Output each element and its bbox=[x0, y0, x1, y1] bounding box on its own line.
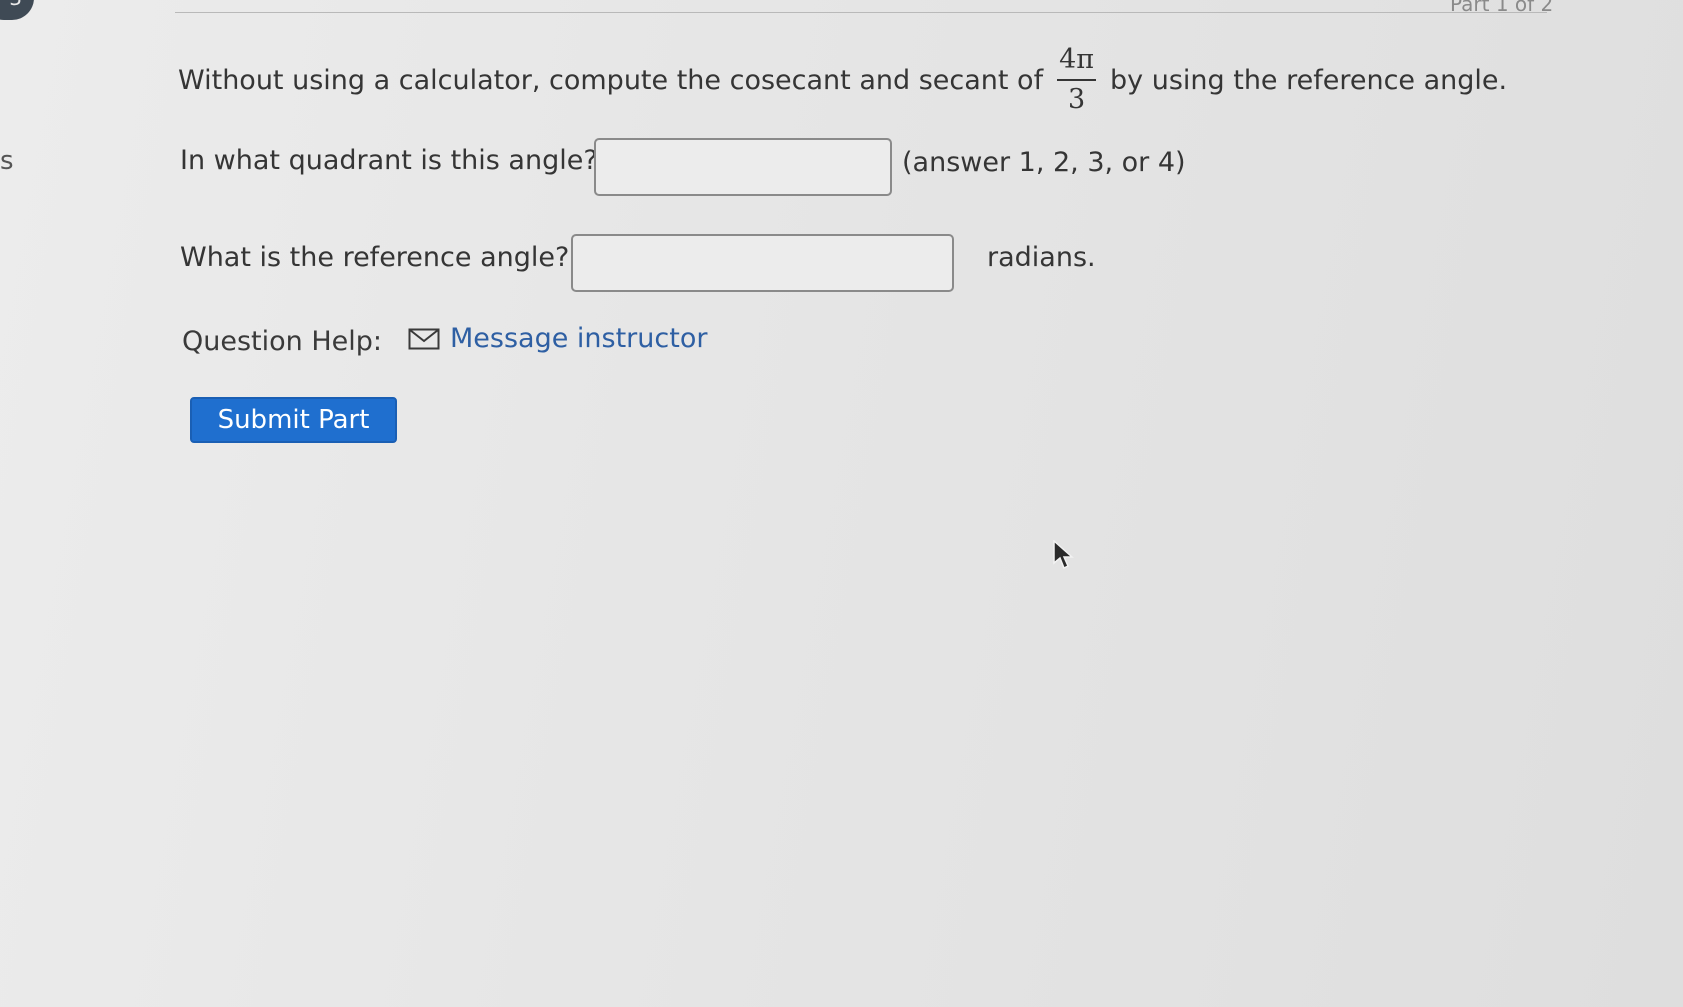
fraction-denominator: 3 bbox=[1067, 84, 1086, 115]
angle-fraction: 4π 3 bbox=[1057, 44, 1097, 117]
edge-letter: s bbox=[0, 146, 14, 176]
reference-angle-label: What is the reference angle? bbox=[180, 242, 570, 273]
part-label: Part 1 of 2 bbox=[1450, 0, 1554, 16]
mail-icon bbox=[408, 328, 440, 349]
prompt-text-after: by using the reference angle. bbox=[1110, 65, 1508, 96]
quadrant-hint: (answer 1, 2, 3, or 4) bbox=[902, 147, 1186, 178]
question-help-label: Question Help: bbox=[182, 326, 382, 357]
divider bbox=[175, 12, 1547, 13]
radians-unit: radians. bbox=[987, 242, 1096, 273]
question-number-badge: 3 bbox=[0, 0, 34, 20]
reference-angle-input[interactable] bbox=[571, 234, 954, 292]
message-instructor-link[interactable]: Message instructor bbox=[408, 323, 707, 354]
message-instructor-text: Message instructor bbox=[450, 323, 708, 354]
fraction-numerator: 4π bbox=[1057, 44, 1097, 81]
mouse-cursor-icon bbox=[1053, 540, 1074, 570]
quadrant-label: In what quadrant is this angle? bbox=[180, 145, 598, 176]
question-page: 3 s Part 1 of 2 Without using a calculat… bbox=[0, 0, 1683, 1007]
prompt-text-before: Without using a calculator, compute the … bbox=[178, 65, 1044, 96]
submit-part-button[interactable]: Submit Part bbox=[190, 397, 397, 443]
question-prompt: Without using a calculator, compute the … bbox=[178, 44, 1507, 117]
quadrant-input[interactable] bbox=[594, 138, 892, 196]
